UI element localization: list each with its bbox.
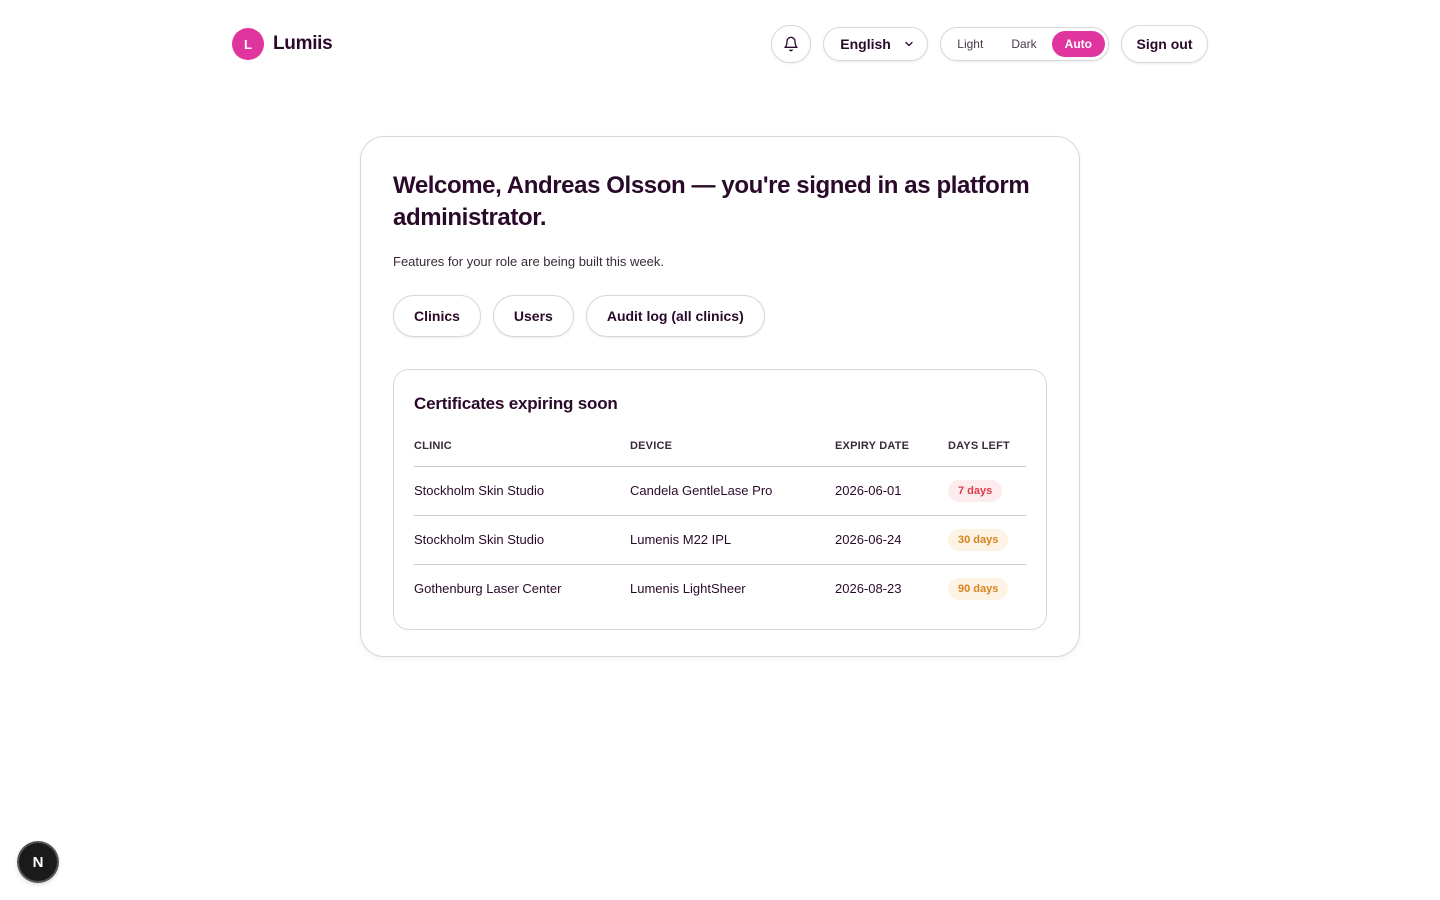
clinic-cell: Gothenburg Laser Center — [414, 581, 562, 597]
column-header-expiry-date: EXPIRY DATE — [835, 436, 948, 467]
status-badge: 7 days — [948, 479, 1003, 502]
status-badge: 30 days — [948, 528, 1009, 551]
audit-log-button[interactable]: Audit log (all clinics) — [585, 295, 765, 337]
sign-out-button[interactable]: Sign out — [1121, 25, 1208, 63]
clinics-button[interactable]: Clinics — [393, 295, 481, 337]
chevron-down-icon — [905, 41, 913, 47]
language-select-value: English — [840, 36, 891, 52]
column-header-clinic: CLINIC — [414, 436, 630, 467]
expiry-cell: 2026-06-24 — [835, 515, 948, 565]
brand[interactable]: L Lumiis — [232, 28, 333, 60]
brand-name: Lumiis — [273, 33, 333, 54]
theme-option-auto[interactable]: Auto — [1051, 31, 1105, 57]
device-cell: Lumenis LightSheer — [630, 581, 746, 597]
table-row: Stockholm Skin Studio Candela GentleLase… — [414, 466, 1026, 516]
bell-icon — [784, 36, 798, 52]
days-left-cell: 7 days — [948, 466, 1026, 516]
device-cell: Candela GentleLase Pro — [630, 466, 835, 516]
admin-nav: Clinics Users Audit log (all clinics) — [393, 295, 1047, 337]
status-badge: 90 days — [948, 577, 1009, 600]
dev-tools-indicator[interactable]: N — [19, 843, 57, 881]
users-button[interactable]: Users — [492, 295, 574, 337]
certificates-table: CLINIC DEVICE EXPIRY DATE DAYS LEFT Stoc… — [414, 436, 1026, 613]
days-left-cell: 90 days — [948, 564, 1026, 613]
table-header-row: CLINIC DEVICE EXPIRY DATE DAYS LEFT — [414, 436, 1026, 467]
device-cell: Lumenis M22 IPL — [630, 515, 835, 565]
welcome-card: Welcome, Andreas Olsson — you're signed … — [360, 136, 1080, 657]
page-subtitle: Features for your role are being built t… — [393, 254, 664, 269]
theme-option-dark[interactable]: Dark — [998, 31, 1049, 57]
top-bar: L Lumiis English Light Dark Auto Sign ou… — [232, 25, 1208, 63]
header-controls: English Light Dark Auto Sign out — [771, 25, 1208, 63]
language-select[interactable]: English — [823, 27, 929, 61]
column-header-device: DEVICE — [630, 436, 835, 467]
notifications-button[interactable] — [771, 25, 812, 63]
table-row: Gothenburg Laser Center Lumenis LightShe… — [414, 564, 1026, 613]
clinic-cell: Stockholm Skin Studio — [414, 466, 630, 516]
certificates-panel: Certificates expiring soon CLINIC DEVICE… — [393, 369, 1047, 630]
clinic-cell: Stockholm Skin Studio — [414, 515, 630, 565]
brand-logo: L — [232, 28, 264, 60]
days-left-cell: 30 days — [948, 515, 1026, 565]
certificates-title: Certificates expiring soon — [414, 394, 618, 413]
theme-toggle: Light Dark Auto — [940, 27, 1109, 61]
expiry-cell: 2026-08-23 — [835, 581, 902, 597]
table-row: Stockholm Skin Studio Lumenis M22 IPL 20… — [414, 515, 1026, 565]
theme-option-light[interactable]: Light — [944, 31, 996, 57]
expiry-cell: 2026-06-01 — [835, 466, 948, 516]
page-title: Welcome, Andreas Olsson — you're signed … — [393, 172, 1030, 231]
column-header-days-left: DAYS LEFT — [948, 436, 1026, 467]
